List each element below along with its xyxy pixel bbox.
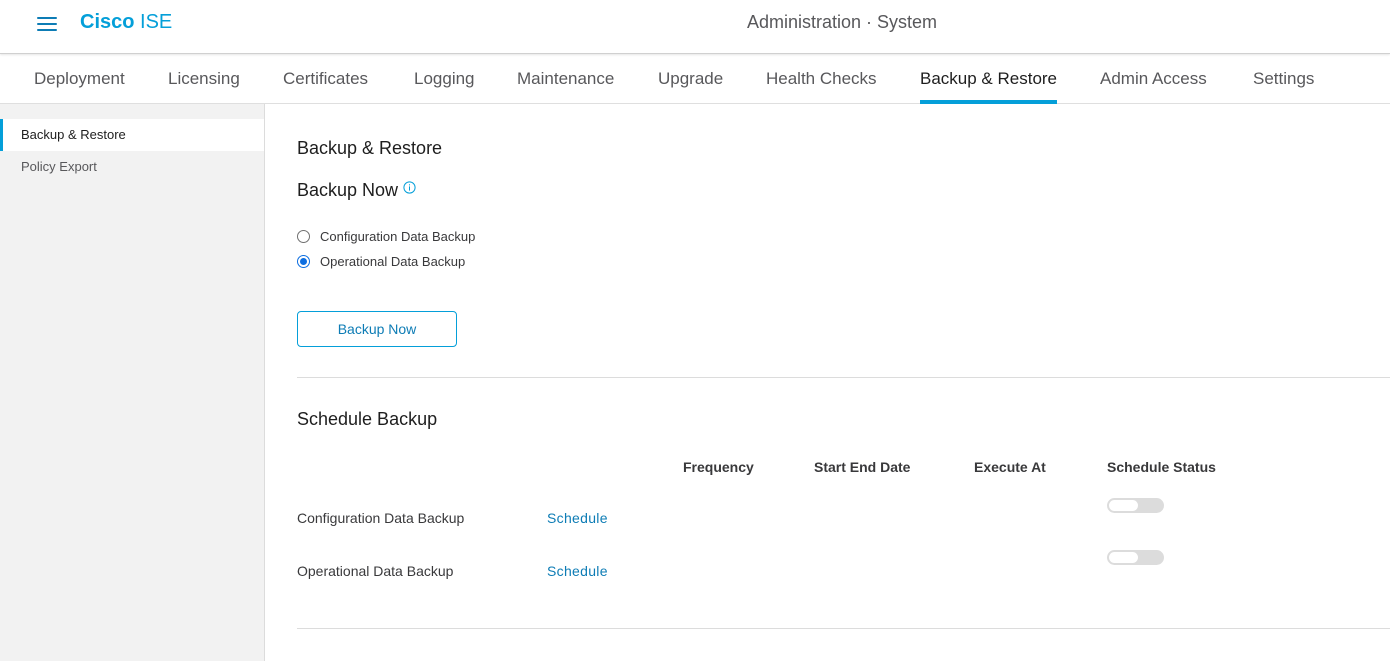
radio-label: Configuration Data Backup	[320, 229, 476, 244]
info-icon[interactable]	[403, 178, 416, 199]
product-name: ISE	[140, 11, 173, 33]
tab-deployment[interactable]: Deployment	[34, 55, 125, 104]
main-content: Backup & Restore Backup Now Configuratio…	[266, 104, 1390, 661]
sidebar-item-backup-restore[interactable]: Backup & Restore	[0, 119, 264, 151]
page-title: Administration · System	[747, 12, 938, 32]
sidebar: Backup & Restore Policy Export	[0, 104, 265, 661]
tab-maintenance[interactable]: Maintenance	[517, 55, 614, 104]
column-header-frequency: Frequency	[683, 459, 754, 475]
tab-settings[interactable]: Settings	[1253, 55, 1314, 104]
backup-now-button[interactable]: Backup Now	[297, 311, 457, 347]
tab-backup-restore[interactable]: Backup & Restore	[920, 55, 1058, 104]
tab-admin-access[interactable]: Admin Access	[1100, 55, 1207, 104]
radio-label: Operational Data Backup	[320, 254, 466, 269]
column-header-execute-at: Execute At	[974, 459, 1046, 475]
top-header: Cisco ISE Administration · System	[0, 0, 1390, 54]
radio-operational-data-backup[interactable]: Operational Data Backup	[297, 254, 465, 269]
tab-licensing[interactable]: Licensing	[168, 55, 240, 104]
backup-now-heading: Backup Now	[297, 180, 416, 201]
tab-logging[interactable]: Logging	[414, 55, 475, 104]
divider	[297, 377, 1390, 378]
sidebar-item-policy-export[interactable]: Policy Export	[0, 151, 264, 183]
schedule-status-toggle-operational[interactable]	[1107, 550, 1164, 565]
column-header-start-end-date: Start End Date	[814, 459, 911, 475]
divider	[297, 628, 1390, 629]
column-header-schedule-status: Schedule Status	[1107, 459, 1216, 475]
backup-now-title: Backup Now	[297, 180, 399, 200]
schedule-link-configuration[interactable]: Schedule	[547, 510, 608, 526]
tab-upgrade[interactable]: Upgrade	[658, 55, 723, 104]
schedule-status-toggle-configuration[interactable]	[1107, 498, 1164, 513]
brand-logo[interactable]: Cisco ISE	[80, 11, 172, 34]
section-heading: Backup & Restore	[297, 138, 443, 158]
tab-health-checks[interactable]: Health Checks	[766, 55, 877, 104]
row-label-configuration-data-backup: Configuration Data Backup	[297, 510, 465, 526]
radio-configuration-data-backup[interactable]: Configuration Data Backup	[297, 229, 475, 244]
radio-button[interactable]	[297, 230, 310, 243]
hamburger-menu-icon[interactable]	[37, 17, 57, 31]
tab-certificates[interactable]: Certificates	[283, 55, 368, 104]
radio-button-selected[interactable]	[297, 255, 310, 268]
schedule-backup-heading: Schedule Backup	[297, 409, 438, 429]
tab-bar: Deployment Licensing Certificates Loggin…	[0, 55, 1390, 104]
row-label-operational-data-backup: Operational Data Backup	[297, 563, 454, 579]
brand-name: Cisco	[80, 11, 135, 33]
schedule-link-operational[interactable]: Schedule	[547, 563, 608, 579]
